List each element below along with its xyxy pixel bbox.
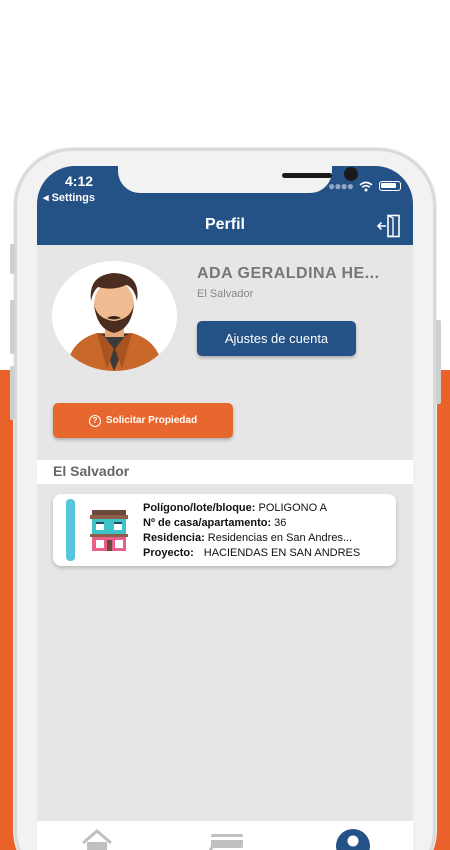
status-indicators: ●●●● [328,180,401,192]
question-icon: ? [88,414,101,427]
user-country: El Salvador [197,288,254,300]
speaker-grille [282,173,332,178]
signal-icon: ●●●● [328,179,354,193]
request-property-button[interactable]: ? Solicitar Propiedad [53,403,233,438]
home-icon[interactable] [80,828,114,850]
building-icon [90,510,128,551]
section-header: El Salvador [37,460,413,484]
residencia-label: Residencia: [143,532,205,544]
proyecto-row: Proyecto: HACIENDAS EN SAN ANDRES [143,546,393,561]
property-card[interactable]: Polígono/lote/bloque: POLIGONO A Nº de c… [53,494,396,566]
phone-power-button [436,320,441,404]
battery-icon [379,181,401,191]
casa-label: Nº de casa/apartamento: [143,517,272,529]
residencia-value: Residencias en San Andres... [204,532,353,544]
app-screen: 4:12 ◂ Settings ●●●● Perfil ADA GERALDIN… [37,166,413,850]
screenshot-stage: 4:12 ◂ Settings ●●●● Perfil ADA GERALDIN… [0,0,450,850]
user-avatar-icon [66,273,163,371]
status-time: 4:12 [65,173,94,189]
user-full-name: ADA GERALDINA HE... [197,265,380,282]
proyecto-value: HACIENDAS EN SAN ANDRES [203,547,361,559]
phone-mute-switch [10,244,15,274]
phone-notch [118,166,358,193]
avatar [52,261,177,371]
profile-icon[interactable] [335,828,371,850]
phone-volume-up [10,300,15,354]
poligono-row: Polígono/lote/bloque: POLIGONO A [143,501,393,516]
app-header: 4:12 ◂ Settings ●●●● Perfil [37,166,413,245]
casa-value: 36 [271,517,287,529]
section-title: El Salvador [53,463,130,479]
request-property-label: Solicitar Propiedad [105,415,198,426]
residencia-row: Residencia: Residencias en San Andres... [143,531,393,546]
logout-icon[interactable] [376,214,402,238]
casa-row: Nº de casa/apartamento: 36 [143,516,393,531]
proyecto-label: Proyecto: [143,547,194,559]
account-settings-button[interactable]: Ajustes de cuenta [197,321,356,356]
poligono-label: Polígono/lote/bloque: [143,502,256,514]
bottom-tab-bar [37,821,413,850]
phone-volume-down [10,366,15,420]
card-icon[interactable] [203,828,247,850]
wifi-icon [359,181,373,191]
card-accent-bar [66,499,75,561]
back-to-settings-link[interactable]: ◂ Settings [43,191,95,204]
page-title: Perfil [204,216,245,233]
poligono-value: POLIGONO A [255,502,327,514]
property-details: Polígono/lote/bloque: POLIGONO A Nº de c… [143,501,393,561]
